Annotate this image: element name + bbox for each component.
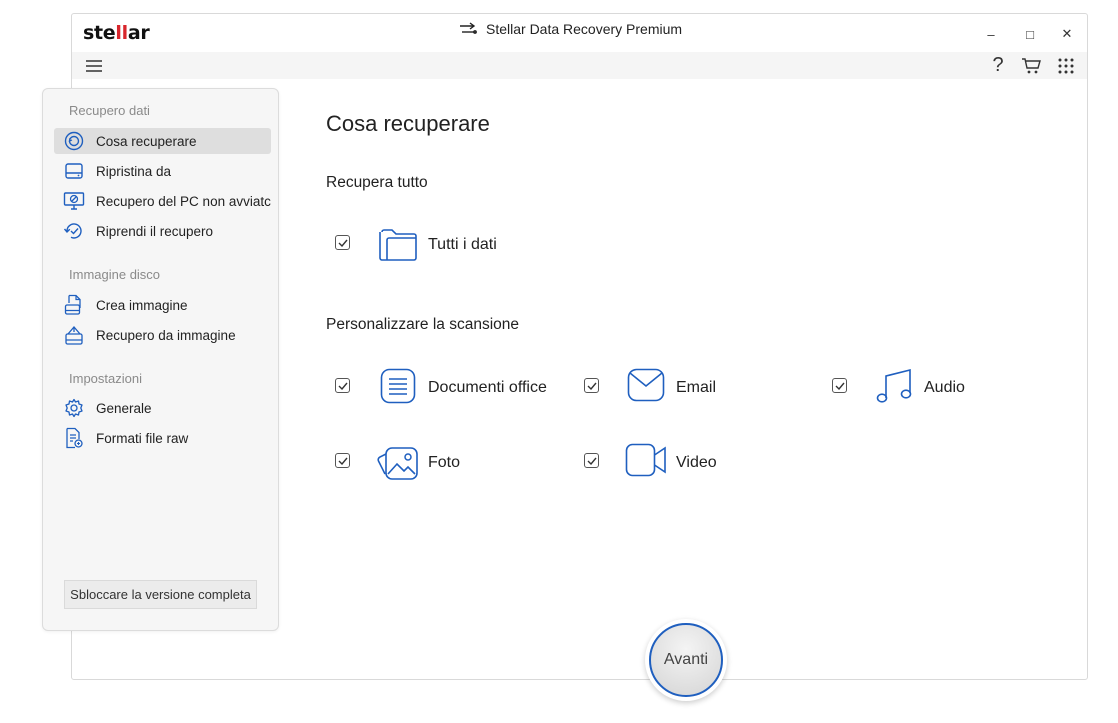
- sidebar-item-create-image[interactable]: Crea immagine: [54, 292, 271, 318]
- all-data-checkbox[interactable]: [335, 235, 350, 250]
- photo-checkbox[interactable]: [335, 453, 350, 468]
- sidebar-item-what-to-recover[interactable]: Cosa recuperare: [54, 128, 271, 154]
- drive-icon: [63, 160, 85, 182]
- resume-icon: [63, 220, 85, 242]
- music-icon: [876, 368, 914, 404]
- gear-icon: [63, 397, 85, 419]
- sidebar-item-general[interactable]: Generale: [54, 395, 271, 421]
- sidebar-item-label: Formati file raw: [96, 430, 189, 446]
- target-reset-icon: [63, 130, 85, 152]
- folder-icon: [378, 226, 418, 262]
- sidebar-section-recovery: Recupero dati: [69, 103, 150, 118]
- sidebar-item-label: Recupero da immagine: [96, 327, 236, 343]
- sidebar-item-recover-from-image[interactable]: Recupero da immagine: [54, 322, 271, 348]
- sidebar-item-label: Riprendi il recupero: [96, 223, 214, 239]
- sidebar-item-label: Recupero del PC non avviatc: [96, 193, 271, 209]
- option-all-data[interactable]: [335, 235, 350, 250]
- sidebar-item-restore-from[interactable]: Ripristina da: [54, 158, 271, 184]
- close-button[interactable]: ✕: [1057, 24, 1077, 44]
- raw-file-icon: [63, 427, 85, 449]
- cart-icon[interactable]: [1020, 52, 1044, 79]
- minimize-button[interactable]: –: [981, 24, 1001, 44]
- email-icon: [627, 368, 665, 402]
- maximize-button[interactable]: □: [1020, 24, 1040, 44]
- hamburger-menu-icon[interactable]: [84, 52, 104, 79]
- section-recover-all: Recupera tutto: [326, 174, 428, 191]
- video-checkbox[interactable]: [584, 453, 599, 468]
- office-documents-checkbox[interactable]: [335, 378, 350, 393]
- option-photo[interactable]: [335, 453, 350, 468]
- option-email[interactable]: [584, 378, 599, 393]
- sidebar-item-resume-recovery[interactable]: Riprendi il recupero: [54, 218, 271, 244]
- recover-image-icon: [63, 324, 85, 346]
- sidebar-section-disk-image: Immagine disco: [69, 267, 161, 282]
- unlock-full-version-button[interactable]: Sbloccare la versione completa: [64, 580, 257, 609]
- sidebar-item-label: Ripristina da: [96, 163, 172, 179]
- audio-checkbox[interactable]: [832, 378, 847, 393]
- monitor-blocked-icon: [63, 190, 85, 212]
- office-documents-label: Documenti office: [428, 379, 547, 396]
- next-button[interactable]: Avanti: [649, 623, 723, 697]
- swap-icon: [460, 22, 477, 34]
- toolbar: [72, 52, 1087, 79]
- document-icon: [380, 368, 416, 404]
- all-data-label: Tutti i dati: [428, 236, 497, 253]
- option-office-documents[interactable]: [335, 378, 350, 393]
- email-checkbox[interactable]: [584, 378, 599, 393]
- audio-label: Audio: [924, 379, 965, 396]
- sidebar-item-label: Cosa recuperare: [96, 133, 197, 149]
- section-customize-scan: Personalizzare la scansione: [326, 316, 519, 333]
- help-icon[interactable]: ?: [988, 52, 1008, 79]
- sidebar-item-label: Crea immagine: [96, 297, 188, 313]
- next-button-ring: Avanti: [645, 619, 727, 701]
- option-audio[interactable]: [832, 378, 847, 393]
- sidebar-section-settings: Impostazioni: [69, 371, 142, 386]
- page-title: Cosa recuperare: [326, 111, 490, 136]
- sidebar-item-unbootable-pc[interactable]: Recupero del PC non avviatc: [54, 188, 271, 214]
- sidebar-item-label: Generale: [96, 400, 152, 416]
- apps-grid-icon[interactable]: [1056, 52, 1076, 79]
- video-icon: [625, 443, 667, 477]
- stellar-logo: stellar: [83, 22, 150, 44]
- option-video[interactable]: [584, 453, 599, 468]
- window-title-text: Stellar Data Recovery Premium: [486, 21, 683, 37]
- photo-label: Foto: [428, 454, 461, 471]
- sidebar: Recupero dati Cosa recuperare Ripristina…: [42, 88, 279, 631]
- photo-icon: [376, 440, 420, 482]
- window-title: Stellar Data Recovery Premium: [458, 21, 682, 37]
- video-label: Video: [676, 454, 717, 471]
- email-label: Email: [676, 379, 717, 396]
- sidebar-item-raw-formats[interactable]: Formati file raw: [54, 425, 271, 451]
- create-image-icon: [63, 294, 85, 316]
